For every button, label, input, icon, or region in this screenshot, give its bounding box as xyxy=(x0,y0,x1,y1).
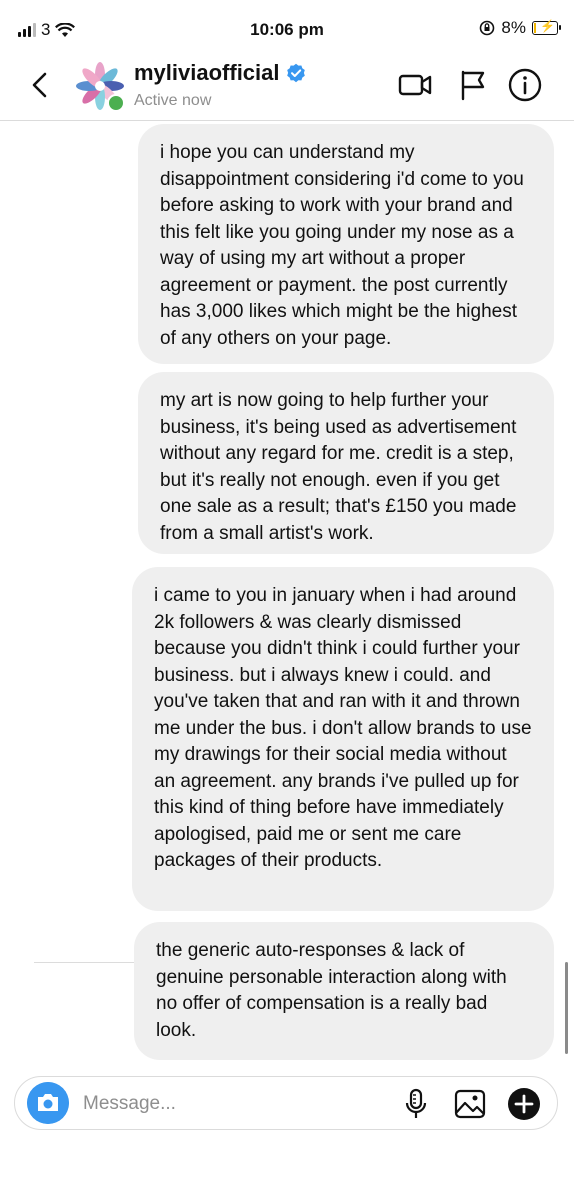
battery-icon: ⚡ xyxy=(532,19,561,35)
camera-icon[interactable] xyxy=(27,1082,69,1124)
scrollbar[interactable] xyxy=(565,962,568,1054)
message-bubble[interactable]: my art is now going to help further your… xyxy=(138,372,554,554)
battery-percent: 8% xyxy=(501,18,526,37)
username: myliviaofficial xyxy=(134,60,280,85)
verified-badge-icon xyxy=(286,63,305,83)
microphone-icon[interactable] xyxy=(399,1087,433,1121)
back-icon[interactable] xyxy=(24,68,58,102)
chat-header: myliviaofficial Active now xyxy=(0,56,574,120)
flag-icon[interactable] xyxy=(456,68,490,102)
message-bubble[interactable]: i came to you in january when i had arou… xyxy=(132,567,554,911)
orientation-lock-icon xyxy=(480,20,495,36)
message-input[interactable] xyxy=(81,1089,385,1119)
active-status: Active now xyxy=(134,92,212,109)
message-composer xyxy=(14,1076,558,1130)
username-row[interactable]: myliviaofficial xyxy=(134,60,306,86)
message-bubble[interactable]: i hope you can understand my disappointm… xyxy=(138,124,554,364)
info-icon[interactable] xyxy=(508,68,542,102)
battery-group: 8% ⚡ xyxy=(479,18,561,38)
message-bubble[interactable]: the generic auto-responses & lack of gen… xyxy=(134,922,554,1060)
add-icon[interactable] xyxy=(507,1087,541,1121)
status-bar: 3 10:06 pm 8% ⚡ xyxy=(0,0,574,60)
header-divider xyxy=(0,120,574,121)
video-call-icon[interactable] xyxy=(398,68,432,102)
gallery-icon[interactable] xyxy=(453,1087,487,1121)
online-indicator xyxy=(107,94,125,112)
